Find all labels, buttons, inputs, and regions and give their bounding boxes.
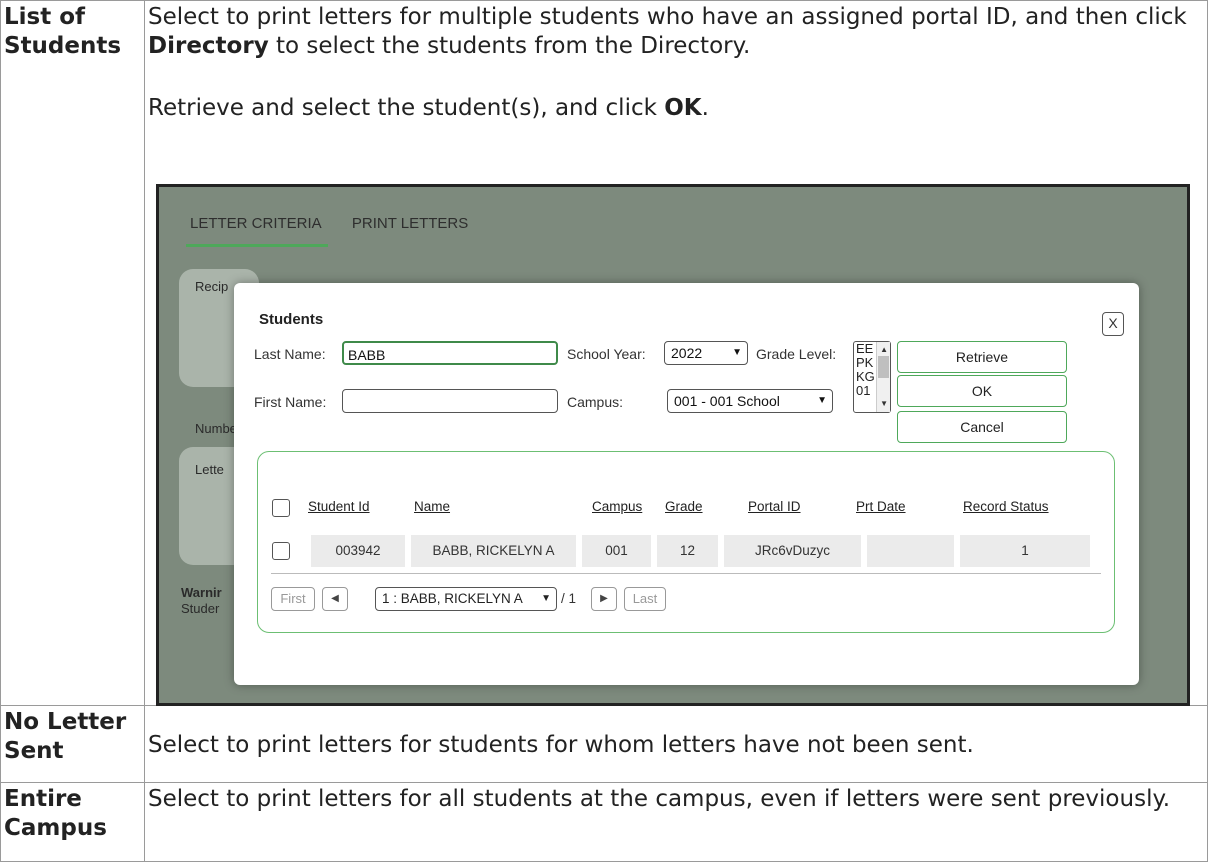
- cancel-button[interactable]: Cancel: [897, 411, 1067, 443]
- description-paragraph: Select to print letters for multiple stu…: [148, 4, 1187, 59]
- grade-level-label: Grade Level:: [756, 346, 837, 362]
- retrieve-button[interactable]: Retrieve: [897, 341, 1067, 373]
- cell-campus: 001: [582, 535, 651, 567]
- students-dialog-screenshot: LETTER CRITERIA PRINT LETTERS Recip Numb…: [156, 184, 1190, 706]
- last-name-input[interactable]: BABB: [342, 341, 558, 365]
- row-select-checkbox[interactable]: [272, 542, 290, 560]
- column-header-grade[interactable]: Grade: [665, 499, 703, 514]
- dialog-title: Students: [259, 311, 324, 328]
- scroll-down-icon[interactable]: ▼: [880, 397, 888, 411]
- background-tabs: LETTER CRITERIA PRINT LETTERS: [186, 215, 496, 247]
- school-year-select[interactable]: 2022 ▼: [664, 341, 748, 365]
- cell-student-id: 003942: [311, 535, 405, 567]
- page-count: / 1: [561, 591, 577, 606]
- background-text: Recip: [195, 279, 229, 294]
- chevron-right-icon: ▶: [600, 593, 608, 604]
- cell-prt-date: [867, 535, 954, 567]
- cell-portal-id: JRc6vDuzyc: [724, 535, 861, 567]
- term-cell: No Letter Sent: [0, 705, 145, 783]
- term-cell: Entire Campus: [0, 782, 145, 862]
- chevron-down-icon: ▼: [732, 347, 742, 358]
- chevron-down-icon: ▼: [817, 395, 827, 406]
- next-page-button[interactable]: ▶: [591, 587, 617, 611]
- select-all-checkbox[interactable]: [272, 499, 290, 517]
- grade-level-listbox[interactable]: EE PK KG 01 ▲ ▼: [853, 341, 891, 413]
- column-header-portal-id[interactable]: Portal ID: [748, 499, 801, 514]
- campus-select[interactable]: 001 - 001 School ▼: [667, 389, 833, 413]
- first-name-label: First Name:: [254, 394, 327, 410]
- column-header-student-id[interactable]: Student Id: [308, 499, 370, 514]
- column-header-record-status[interactable]: Record Status: [963, 499, 1049, 514]
- background-text: Numbe: [195, 421, 237, 436]
- students-dialog: Students X Last Name: BABB School Year: …: [234, 283, 1139, 685]
- campus-label: Campus:: [567, 394, 624, 410]
- chevron-down-icon: ▼: [541, 593, 551, 604]
- tab-print-letters[interactable]: PRINT LETTERS: [352, 215, 468, 246]
- background-text: Studer: [181, 601, 220, 616]
- school-year-label: School Year:: [567, 346, 646, 362]
- close-button[interactable]: X: [1102, 312, 1124, 336]
- students-grid: Student Id Name Campus Grade Portal ID P…: [257, 451, 1115, 633]
- table-row: No Letter Sent Select to print letters f…: [0, 705, 1208, 783]
- cell-name: BABB, RICKELYN A: [411, 535, 576, 567]
- record-select[interactable]: 1 : BABB, RICKELYN A ▼: [375, 587, 557, 611]
- last-page-button[interactable]: Last: [624, 587, 666, 611]
- column-header-prt-date[interactable]: Prt Date: [856, 499, 906, 514]
- cell-record-status: 1: [960, 535, 1090, 567]
- column-header-name[interactable]: Name: [414, 499, 450, 514]
- chevron-left-icon: ◀: [331, 593, 339, 604]
- table-row: Entire Campus Select to print letters fo…: [0, 782, 1208, 862]
- background-text: Warnir: [181, 585, 222, 600]
- description-paragraph: Retrieve and select the student(s), and …: [148, 95, 709, 121]
- tab-letter-criteria[interactable]: LETTER CRITERIA: [186, 215, 328, 247]
- term-cell: List of Students: [0, 0, 145, 706]
- cell-grade: 12: [657, 535, 718, 567]
- column-header-campus[interactable]: Campus: [592, 499, 642, 514]
- first-page-button[interactable]: First: [271, 587, 315, 611]
- background-text: Lette: [195, 462, 224, 477]
- first-name-input[interactable]: [342, 389, 558, 413]
- scrollbar-thumb[interactable]: [878, 356, 889, 378]
- divider: [271, 573, 1101, 574]
- scroll-up-icon[interactable]: ▲: [880, 343, 888, 357]
- prev-page-button[interactable]: ◀: [322, 587, 348, 611]
- ok-button[interactable]: OK: [897, 375, 1067, 407]
- last-name-label: Last Name:: [254, 346, 326, 362]
- description-cell: Select to print letters for all students…: [144, 782, 1208, 862]
- description-cell: Select to print letters for students for…: [144, 705, 1208, 783]
